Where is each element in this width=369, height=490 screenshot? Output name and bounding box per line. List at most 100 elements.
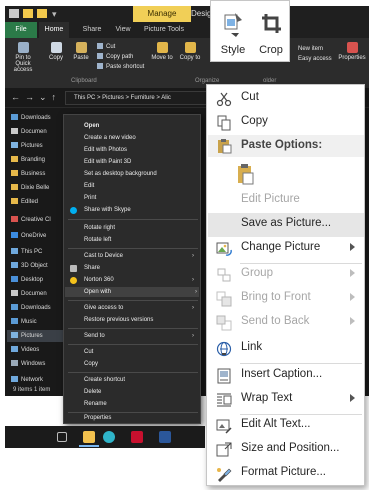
nav-item-downloads[interactable]: Downloads [11,112,51,124]
file-explorer-icon[interactable] [83,431,95,443]
menu-item-share-with-skype[interactable]: Share with Skype [84,205,196,215]
paste-options-label: Paste Options: [241,139,323,151]
menu-item-rotate-left[interactable]: Rotate left [84,235,196,245]
easy-access-button[interactable]: Easy access [298,54,338,64]
nav-item-label: Pictures [21,333,43,339]
document-icon [11,290,18,296]
nav-item-onedrive[interactable]: OneDrive [11,230,46,242]
menu-item-properties[interactable]: Properties [84,413,196,423]
paste-shortcut-button[interactable]: Paste shortcut [97,62,147,72]
address-bar[interactable]: This PC > Pictures > Furniture > Alic [65,91,215,105]
nav-item-downloads-pc[interactable]: Downloads [11,302,51,314]
menu-item-share[interactable]: Share [84,263,196,273]
menu-item-cast-to-device[interactable]: Cast to Device › [84,251,196,261]
menu-item-edit-picture: Edit Picture [208,189,364,213]
submenu-arrow-icon [350,243,355,251]
nav-item-label: 3D Object [21,263,48,269]
nav-item-label: Dixie Belle [21,185,50,191]
menu-item-change-picture[interactable]: Change Picture [208,237,364,261]
edge-icon[interactable] [103,431,115,443]
copy-to-button[interactable]: Copy to [179,42,201,61]
menu-item-wrap-text[interactable]: Wrap Text [208,388,364,412]
quick-access-dropdown-icon[interactable]: ▾ [52,9,57,20]
nav-item-edited[interactable]: Edited [11,196,38,208]
menu-item-format-picture[interactable]: Format Picture... [208,462,364,486]
menu-item-restore-previous-versions[interactable]: Restore previous versions [84,315,196,325]
navigation-arrows-icon[interactable]: ←→⌄↑ [11,92,61,103]
move-to-button[interactable]: Move to [151,42,173,61]
menu-item-edit-with-paint-3d[interactable]: Edit with Paint 3D [84,157,196,167]
nav-item-pictures-pc[interactable]: Pictures [7,330,65,342]
paste-icon [218,139,232,154]
tab-file[interactable]: File [5,22,37,38]
nav-item-business[interactable]: Business [11,168,45,180]
menu-item-cut[interactable]: Cut [84,347,196,357]
new-item-button[interactable]: New item [298,44,338,54]
nav-item-videos[interactable]: Videos [11,344,39,356]
copy-path-label: Copy path [106,54,134,60]
nav-item-pictures[interactable]: Pictures [11,140,43,152]
copy-path-button[interactable]: Copy path [97,52,147,62]
tab-home[interactable]: Home [39,22,69,38]
menu-item-open[interactable]: Open [84,121,196,131]
menu-item-print[interactable]: Print [84,193,196,203]
tab-picture-tools[interactable]: Picture Tools [137,22,191,38]
copy-button[interactable]: Copy [47,42,65,61]
menu-item-rotate-right[interactable]: Rotate right [84,223,196,233]
new-folder-icon[interactable] [37,9,47,18]
menu-item-set-desktop-background[interactable]: Set as desktop background [84,169,196,179]
pictures-icon [11,332,18,338]
paste-label: Paste [73,55,89,61]
nav-item-documents-pc[interactable]: Documen [11,288,47,300]
menu-item-link[interactable]: Link [208,337,364,361]
menu-item-open-with[interactable]: Open with › [65,287,199,297]
paste-option-keep-source-button[interactable] [233,161,257,187]
menu-item-save-as-picture[interactable]: Save as Picture... [208,213,364,237]
quick-access-save-icon[interactable] [9,9,19,18]
nav-item-creative-cloud[interactable]: Creative Cl [11,214,51,226]
submenu-arrow-icon: › [192,333,194,339]
cut-button[interactable]: Cut [97,42,147,52]
menu-item-copy[interactable]: Copy [84,359,196,369]
menu-item-edit-with-photos[interactable]: Edit with Photos [84,145,196,155]
nav-item-this-pc[interactable]: This PC [11,246,42,258]
menu-item-size-and-position[interactable]: Size and Position... [208,438,364,462]
menu-item-norton-360[interactable]: Norton 360 › [84,275,196,285]
menu-item-edit[interactable]: Edit [84,181,196,191]
menu-item-delete[interactable]: Delete [84,387,196,397]
menu-item-send-to[interactable]: Send to › [84,331,196,341]
menu-item-insert-caption[interactable]: Insert Caption... [208,364,364,388]
menu-item-rename[interactable]: Rename [84,399,196,409]
properties-button[interactable]: Properties [335,42,369,61]
tab-view[interactable]: View [109,22,137,38]
nav-item-label: Documen [21,129,47,135]
menu-item-copy[interactable]: Copy [208,111,364,135]
mcafee-icon[interactable] [131,431,143,443]
menu-item-create-shortcut[interactable]: Create shortcut [84,375,196,385]
task-view-icon[interactable] [57,432,67,442]
crop-button[interactable]: Crop [253,9,289,59]
nav-item-dixie-belle[interactable]: Dixie Belle [11,182,49,194]
word-icon[interactable] [159,431,171,443]
music-icon [11,318,18,324]
drive-icon [11,360,18,366]
nav-item-3d-objects[interactable]: 3D Object [11,260,48,272]
nav-item-desktop[interactable]: Desktop [11,274,43,286]
nav-item-branding[interactable]: Branding [11,154,45,166]
tab-manage[interactable]: Manage [133,6,191,22]
pin-to-quick-access-button[interactable]: Pin to Quick access [9,42,37,73]
menu-item-create-video[interactable]: Create a new video [84,133,196,143]
menu-item-cut[interactable]: Cut [208,87,364,111]
nav-item-windows[interactable]: Windows [11,358,45,370]
send-to-back-icon [216,315,232,331]
menu-item-give-access-to[interactable]: Give access to › [84,303,196,313]
menu-item-edit-alt-text[interactable]: Edit Alt Text... [208,414,364,438]
paste-button[interactable]: Paste [71,42,91,61]
submenu-arrow-icon: › [192,305,194,311]
wrap-text-icon [217,393,232,407]
nav-item-documents[interactable]: Documen [11,126,47,138]
tab-share[interactable]: Share [77,22,107,38]
nav-item-music[interactable]: Music [11,316,37,328]
explorer-context-menu: Open Create a new video Edit with Photos… [63,114,201,424]
style-button[interactable]: Style [215,9,251,59]
